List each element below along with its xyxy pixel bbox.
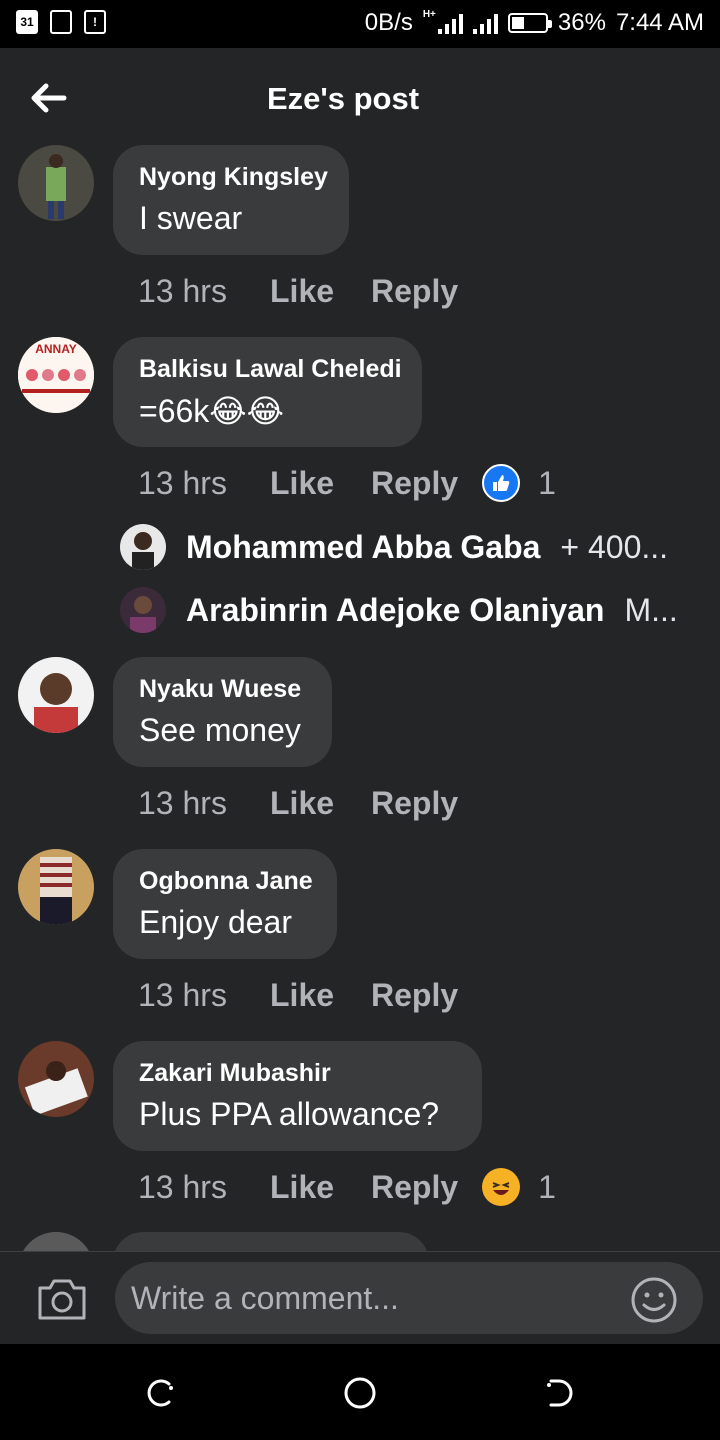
reply-button[interactable]: Reply xyxy=(371,785,458,822)
reaction-summary[interactable]: 1 xyxy=(482,464,556,502)
status-right: 0B/s H+ 36% 7:44 AM xyxy=(365,9,704,37)
alert-icon: ! xyxy=(84,10,106,34)
comment-time: 13 hrs xyxy=(138,784,227,821)
comment-author[interactable]: Ogbonna Jane xyxy=(139,867,313,896)
battery-icon xyxy=(507,13,552,33)
signal-icon-2 xyxy=(472,12,498,34)
like-button[interactable]: Like xyxy=(270,1169,371,1206)
comment-actions: 13 hrs Like Reply 1 xyxy=(138,463,556,503)
reply-button[interactable]: Reply xyxy=(371,273,458,310)
reply-preview[interactable]: Mohammed Abba Gaba + 400... xyxy=(120,523,680,571)
avatar xyxy=(120,587,166,633)
battery-percent: 36% xyxy=(557,9,606,36)
avatar-image xyxy=(18,849,94,925)
reply-snippet: M... xyxy=(624,591,678,628)
reaction-summary[interactable]: 1 xyxy=(482,1168,556,1206)
avatar-image xyxy=(18,657,94,733)
emoji-icon[interactable] xyxy=(630,1276,678,1324)
avatar-image xyxy=(18,1041,94,1117)
comment-bubble[interactable]: Nyong Kingsley I swear xyxy=(113,145,349,255)
comment-text: =66k😂😂 xyxy=(139,393,285,429)
comment-bubble[interactable]: Ogbonna Jane Enjoy dear xyxy=(113,849,337,959)
avatar[interactable] xyxy=(18,657,94,733)
recents-icon[interactable] xyxy=(143,1376,177,1410)
avatar[interactable] xyxy=(18,1041,94,1117)
avatar-image: ANNAY xyxy=(18,337,94,413)
system-nav-bar xyxy=(0,1344,720,1440)
comment-time: 13 hrs xyxy=(138,464,227,501)
avatar xyxy=(120,524,166,570)
like-button[interactable]: Like xyxy=(270,785,371,822)
network-type: H+ xyxy=(422,9,436,20)
reply-preview[interactable]: Arabinrin Adejoke Olaniyan M... xyxy=(120,586,680,634)
comment-actions: 13 hrs Like Reply xyxy=(138,783,458,823)
status-bar: 31 ! 0B/s H+ 36% 7:44 AM xyxy=(0,0,720,48)
reply-snippet: + 400... xyxy=(560,528,669,565)
like-button[interactable]: Like xyxy=(270,273,371,310)
comment-text: See money xyxy=(139,712,301,748)
comment-time: 13 hrs xyxy=(138,1168,227,1205)
back-icon[interactable] xyxy=(543,1376,577,1410)
reaction-count: 1 xyxy=(538,1168,556,1205)
comment-author[interactable]: Nyaku Wuese xyxy=(139,675,301,704)
comment-bubble[interactable]: Balkisu Lawal Cheledi =66k😂😂 xyxy=(113,337,422,447)
comment-time: 13 hrs xyxy=(138,976,227,1013)
comment-actions: 13 hrs Like Reply 1 xyxy=(138,1167,556,1207)
avatar[interactable] xyxy=(18,145,94,221)
comment-actions: 13 hrs Like Reply xyxy=(138,975,458,1015)
reply-button[interactable]: Reply xyxy=(371,465,458,502)
calendar-icon: 31 xyxy=(16,10,38,34)
status-left-icons: 31 ! xyxy=(16,10,106,34)
reply-button[interactable]: Reply xyxy=(371,1169,458,1206)
comment-author[interactable]: Zakari Mubashir xyxy=(139,1059,331,1088)
avatar[interactable]: ANNAY xyxy=(18,337,94,413)
like-button[interactable]: Like xyxy=(270,977,371,1014)
like-button[interactable]: Like xyxy=(270,465,371,502)
comment-text: Plus PPA allowance? xyxy=(139,1096,440,1132)
page-title: Eze's post xyxy=(266,81,420,116)
top-app-bar: Eze's post xyxy=(0,48,720,148)
comment-bubble[interactable]: Nyaku Wuese See money xyxy=(113,657,332,767)
avatar[interactable] xyxy=(18,849,94,925)
reply-author[interactable]: Arabinrin Adejoke Olaniyan xyxy=(186,592,604,629)
avatar-logo-text: ANNAY xyxy=(35,342,77,356)
reaction-count: 1 xyxy=(538,464,556,501)
reply-author[interactable]: Mohammed Abba Gaba xyxy=(186,529,540,566)
comment-bubble[interactable]: Zakari Mubashir Plus PPA allowance? xyxy=(113,1041,482,1151)
home-icon[interactable] xyxy=(343,1376,377,1410)
clock: 7:44 AM xyxy=(615,9,704,36)
comment-author[interactable]: Balkisu Lawal Cheledi xyxy=(139,355,402,384)
comment-actions: 13 hrs Like Reply xyxy=(138,271,458,311)
calendar-day: 31 xyxy=(20,15,34,29)
haha-icon xyxy=(482,1168,521,1206)
camera-icon[interactable] xyxy=(36,1276,88,1322)
avatar-image xyxy=(18,145,94,221)
comment-composer xyxy=(0,1251,720,1345)
reply-button[interactable]: Reply xyxy=(371,977,458,1014)
like-icon xyxy=(482,464,521,502)
comment-text: Enjoy dear xyxy=(139,904,292,940)
cast-icon xyxy=(50,10,72,34)
comment-author[interactable]: Nyong Kingsley xyxy=(139,163,328,192)
comment-text: I swear xyxy=(139,200,243,236)
comment-input[interactable] xyxy=(115,1262,703,1334)
comment-time: 13 hrs xyxy=(138,272,227,309)
signal-icon xyxy=(437,12,463,34)
net-speed: 0B/s xyxy=(364,9,413,36)
